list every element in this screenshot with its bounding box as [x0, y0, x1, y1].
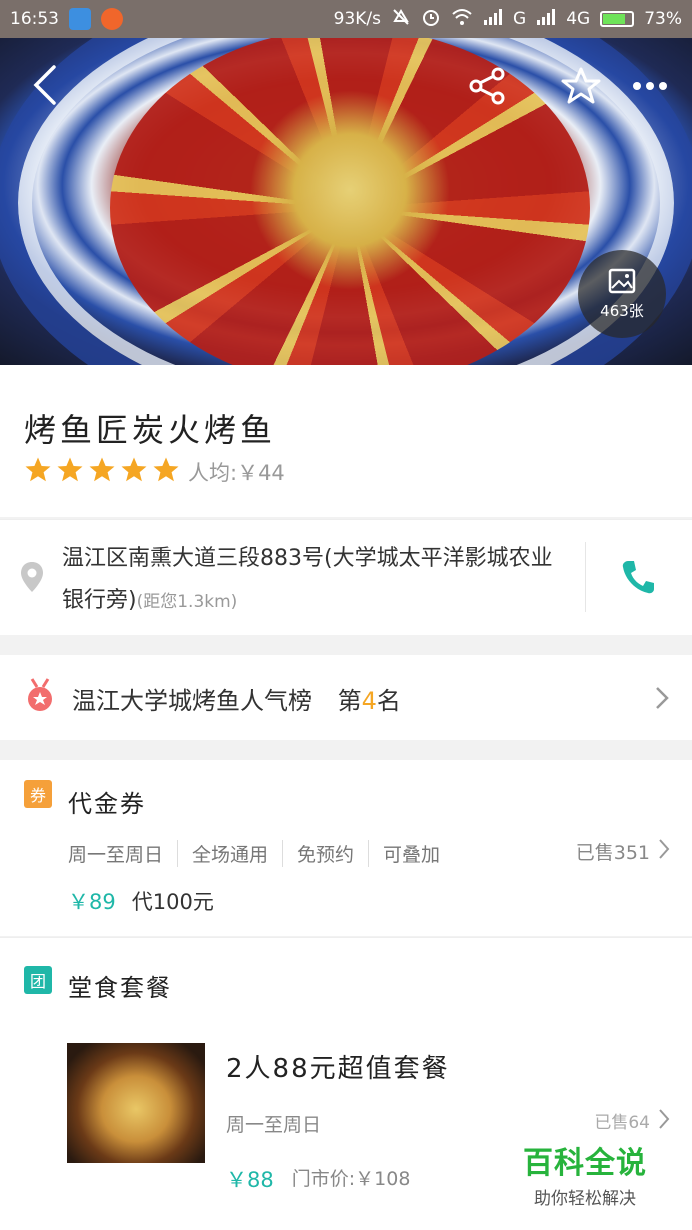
phone-icon[interactable]	[620, 558, 656, 600]
address-line: 温江区南熏大道三段883号(大学城太平洋影城农业银行旁)	[62, 546, 553, 613]
back-arrow-icon	[33, 65, 56, 105]
photo-gallery-button[interactable]: 463张	[578, 250, 666, 338]
wifi-icon	[451, 8, 473, 31]
signal-type: 4G	[566, 9, 591, 29]
star-icon	[153, 457, 179, 482]
feature-item: 免预约	[282, 840, 368, 867]
address-text: 温江区南熏大道三段883号(大学城太平洋影城农业银行旁)(距您1.3km)	[62, 538, 562, 623]
meal-sold-count: 已售64	[594, 1113, 650, 1133]
more-dots-icon	[633, 82, 667, 90]
share-icon	[469, 67, 505, 105]
feature-item: 全场通用	[177, 840, 282, 867]
coupon-value: 代100元	[131, 890, 214, 914]
net-speed: 93K/s	[333, 9, 382, 29]
watermark-title: 百科全说	[523, 1146, 647, 1181]
coupon-price-row: ￥89 代100元	[68, 886, 214, 916]
dish-image	[110, 38, 590, 365]
feature-item: 可叠加	[368, 840, 454, 867]
medal-icon	[24, 677, 56, 719]
signal-icon	[536, 8, 556, 31]
feature-item: 周一至周日	[68, 844, 164, 866]
ranking-number: 4	[361, 687, 377, 715]
signal-type: G	[513, 9, 527, 29]
coupon-title: 代金券	[68, 790, 146, 818]
location-pin-icon	[18, 560, 46, 598]
ranking-suffix: 名	[376, 687, 401, 715]
shop-name: 烤鱼匠炭火烤鱼	[24, 411, 277, 449]
avg-price: 人均:￥44	[188, 461, 285, 485]
meal-item-days: 周一至周日	[226, 1114, 322, 1136]
status-bar: 16:53 93K/s G 4G 73%	[0, 0, 692, 38]
coupon-price: ￥89	[68, 890, 116, 914]
watermark-logo: 百科全说 助你轻松解决	[510, 1138, 660, 1209]
shop-header: 烤鱼匠炭火烤鱼 人均:￥44	[0, 365, 692, 517]
rating-stars	[24, 456, 180, 484]
alarm-icon	[421, 7, 441, 32]
ranking-label: 温江大学城烤鱼人气榜 第4名	[72, 681, 401, 716]
meal-item-name[interactable]: 2人88元超值套餐	[226, 1048, 450, 1085]
meal-thumbnail[interactable]	[67, 1043, 205, 1163]
coupon-tag: 券	[24, 780, 52, 808]
star-outline-icon	[561, 67, 601, 104]
more-button[interactable]	[624, 60, 676, 112]
signal-icon	[483, 8, 503, 31]
meal-price-row: ￥88 门市价:￥108	[226, 1164, 410, 1194]
battery-icon	[600, 11, 635, 27]
back-button[interactable]	[20, 60, 70, 110]
watermark-subtitle: 助你轻松解决	[534, 1189, 636, 1209]
meal-original-price: 门市价:￥108	[291, 1168, 411, 1190]
battery-percent: 73%	[644, 9, 682, 29]
group-tag: 团	[24, 966, 52, 994]
photo-count: 463张	[600, 301, 644, 320]
star-icon	[121, 457, 147, 482]
star-icon	[57, 457, 83, 482]
chevron-right-icon	[658, 838, 670, 864]
distance-label: (距您1.3km)	[136, 592, 238, 612]
star-icon	[89, 457, 115, 482]
ranking-prefix: 第	[337, 687, 362, 715]
chevron-right-icon	[658, 1108, 670, 1134]
divider	[585, 542, 586, 612]
status-time: 16:53	[10, 9, 59, 29]
meal-price: ￥88	[226, 1168, 274, 1192]
ranking-list-name: 温江大学城烤鱼人气榜	[72, 687, 312, 715]
address-section[interactable]: 温江区南熏大道三段883号(大学城太平洋影城农业银行旁)(距您1.3km)	[0, 519, 692, 635]
mute-icon	[391, 7, 411, 32]
share-button[interactable]	[462, 60, 514, 112]
favorite-button[interactable]	[555, 60, 607, 112]
app-notification-icon	[69, 8, 91, 30]
app-notification-icon	[101, 8, 123, 30]
meal-section-title: 堂食套餐	[68, 974, 172, 1002]
coupon-features: 周一至周日 全场通用 免预约 可叠加	[68, 840, 454, 867]
coupon-section[interactable]: 券 代金券 周一至周日 全场通用 免预约 可叠加 已售351 ￥89 代100元	[0, 760, 692, 936]
chevron-right-icon	[654, 685, 670, 715]
ranking-row[interactable]: 温江大学城烤鱼人气榜 第4名	[0, 655, 692, 740]
image-icon	[608, 268, 636, 293]
coupon-sold-count: 已售351	[575, 842, 650, 864]
star-icon	[25, 457, 51, 482]
